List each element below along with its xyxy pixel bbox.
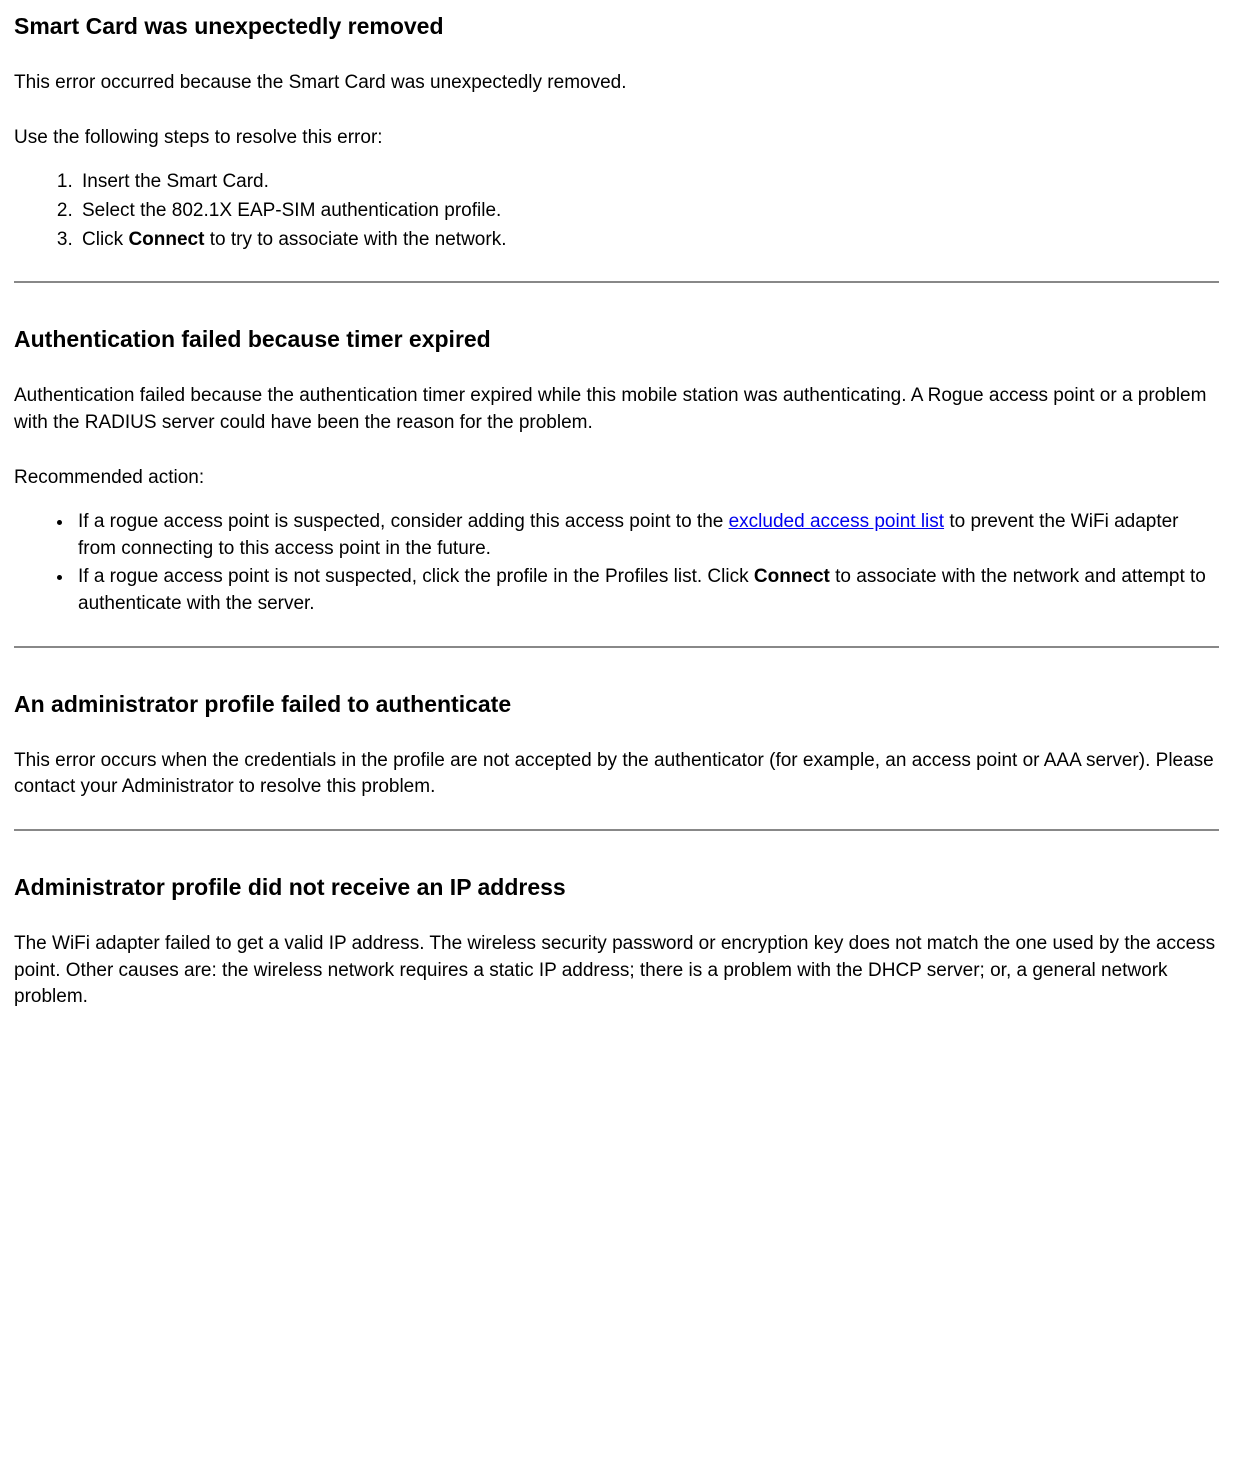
excluded-access-point-link[interactable]: excluded access point list <box>729 511 944 532</box>
ordered-steps-list: Insert the Smart Card. Select the 802.1X… <box>14 169 1219 253</box>
paragraph: This error occurs when the credentials i… <box>14 748 1219 801</box>
section-heading-admin-no-ip: Administrator profile did not receive an… <box>14 871 1219 903</box>
section-heading-auth-timer: Authentication failed because timer expi… <box>14 323 1219 355</box>
bold-text: Connect <box>754 566 830 587</box>
list-item: Insert the Smart Card. <box>78 169 1219 196</box>
paragraph: Authentication failed because the authen… <box>14 383 1219 436</box>
text: to try to associate with the network. <box>204 229 506 250</box>
paragraph: Use the following steps to resolve this … <box>14 125 1219 152</box>
paragraph: Recommended action: <box>14 465 1219 492</box>
text: If a rogue access point is suspected, co… <box>78 511 729 532</box>
divider <box>14 646 1219 648</box>
divider <box>14 829 1219 831</box>
list-item: If a rogue access point is suspected, co… <box>74 509 1219 562</box>
list-item: Click Connect to try to associate with t… <box>78 227 1219 254</box>
paragraph: The WiFi adapter failed to get a valid I… <box>14 931 1219 1011</box>
bullet-list: If a rogue access point is suspected, co… <box>14 509 1219 617</box>
list-item: Select the 802.1X EAP-SIM authentication… <box>78 198 1219 225</box>
section-heading-admin-auth-fail: An administrator profile failed to authe… <box>14 688 1219 720</box>
list-item: If a rogue access point is not suspected… <box>74 564 1219 617</box>
text: If a rogue access point is not suspected… <box>78 566 754 587</box>
divider <box>14 281 1219 283</box>
text: Click <box>82 229 128 250</box>
paragraph: This error occurred because the Smart Ca… <box>14 70 1219 97</box>
bold-text: Connect <box>128 229 204 250</box>
section-heading-smart-card: Smart Card was unexpectedly removed <box>14 10 1219 42</box>
